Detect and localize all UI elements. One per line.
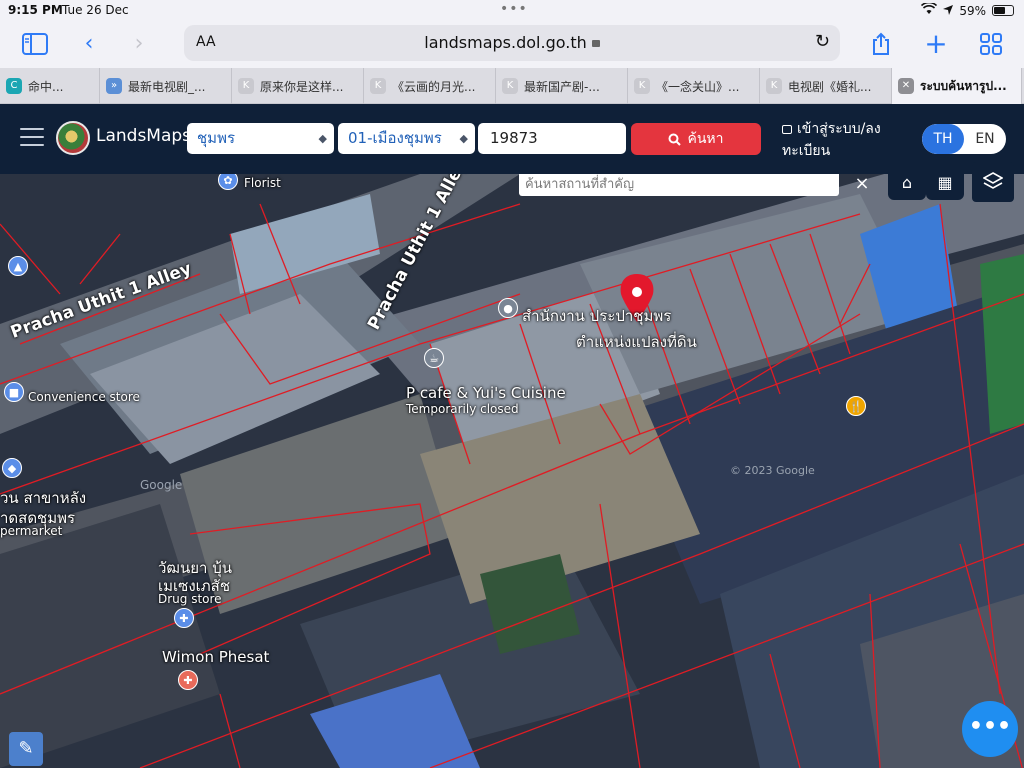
dol-logo: [56, 121, 90, 155]
district-value: 01-เมืองชุมพร: [348, 129, 442, 147]
restaurant-poi-icon[interactable]: 🍴: [846, 396, 866, 416]
province-value: ชุมพร: [197, 129, 236, 147]
status-time: 9:15 PM: [8, 3, 63, 17]
map-label-cafe: P cafe & Yui's Cuisine: [406, 384, 566, 402]
browser-tab-active[interactable]: ✕ ระบบค้นหารูป...: [892, 68, 1022, 104]
url-text: landsmaps.dol.go.th: [424, 33, 587, 52]
lang-th-option[interactable]: TH: [922, 124, 964, 154]
multitasking-dots-icon[interactable]: •••: [500, 1, 528, 17]
lock-icon: [782, 125, 792, 134]
wifi-icon: [921, 1, 938, 18]
tab-label: 《云画的月光...: [392, 79, 476, 94]
map-label-office: สำนักงาน ประปาชุมพร: [522, 307, 672, 325]
home-icon[interactable]: ⌂: [888, 166, 926, 200]
tab-favicon-icon: K: [634, 78, 650, 94]
shop-poi-icon[interactable]: ▲: [8, 256, 28, 276]
tab-label: 原来你是这样...: [260, 79, 344, 94]
tab-favicon-icon: C: [6, 78, 22, 94]
more-options-button[interactable]: •••: [962, 701, 1018, 757]
satellite-imagery: © 2023 Google Google: [0, 174, 1024, 768]
browser-tab[interactable]: K 电视剧《婚礼...: [760, 68, 892, 104]
battery-icon: [992, 5, 1014, 16]
location-icon: [943, 4, 954, 18]
back-icon[interactable]: ‹: [74, 30, 104, 58]
map-label-supermarket: permarket: [0, 524, 63, 538]
tab-favicon-icon: »: [106, 78, 122, 94]
lang-en-option[interactable]: EN: [964, 124, 1006, 154]
browser-tab[interactable]: K 最新国产剧-...: [496, 68, 628, 104]
map-copyright: © 2023 Google: [730, 464, 815, 477]
clear-search-icon[interactable]: ×: [844, 174, 880, 196]
map-attribution: Google: [140, 478, 182, 492]
new-tab-icon[interactable]: +: [921, 30, 951, 58]
browser-tab[interactable]: C 命中...: [0, 68, 100, 104]
tab-label: 命中...: [28, 79, 64, 94]
sidebar-icon[interactable]: [20, 30, 50, 58]
search-button-label: ค้นหา: [687, 131, 724, 147]
select-chevron-icon: ◆: [459, 132, 468, 145]
tab-label: 电视剧《婚礼...: [788, 79, 872, 94]
status-bar: 9:15 PM Tue 26 Dec ••• 59%: [0, 0, 1024, 22]
tab-favicon-icon: K: [238, 78, 254, 94]
supermarket-poi-icon[interactable]: ◆: [2, 458, 22, 478]
convenience-poi-icon[interactable]: ■: [4, 382, 24, 402]
grid-icon[interactable]: ▦: [926, 166, 964, 200]
select-chevron-icon: ◆: [318, 132, 327, 145]
reload-icon[interactable]: ↻: [815, 31, 830, 52]
battery-level: [994, 7, 1005, 14]
tab-favicon-icon: K: [502, 78, 518, 94]
login-label: เข้าสู่ระบบ/ลงทะเบียน: [782, 121, 881, 159]
place-search-input[interactable]: ค้นหาสถานที่สำคัญ: [519, 174, 839, 196]
map-label-parcel-position: ตำแหน่งแปลงที่ดิน: [576, 333, 697, 351]
place-search-placeholder: ค้นหาสถานที่สำคัญ: [525, 177, 635, 192]
menu-icon[interactable]: [20, 128, 44, 148]
logo-text: LandsMaps: [96, 126, 192, 146]
tabs-overview-icon[interactable]: [976, 30, 1006, 58]
tab-favicon-icon: K: [766, 78, 782, 94]
province-select[interactable]: ชุมพร ◆: [187, 123, 334, 154]
status-date: Tue 26 Dec: [62, 3, 129, 17]
map-canvas[interactable]: © 2023 Google Google Florist Pracha Uthi…: [0, 174, 1024, 768]
parcel-number-input[interactable]: 19873: [478, 123, 626, 154]
map-label-cafe-status: Temporarily closed: [406, 402, 519, 416]
drug-store-poi-icon[interactable]: ✚: [174, 608, 194, 628]
pharmacy-poi-icon[interactable]: ✚: [178, 670, 198, 690]
map-label-drug: Drug store: [158, 592, 222, 606]
browser-tab[interactable]: K 《一念关山》...: [628, 68, 760, 104]
lock-icon: [591, 40, 600, 47]
tab-label: 《一念关山》...: [656, 79, 740, 94]
browser-tab[interactable]: K 原来你是这样...: [232, 68, 364, 104]
tab-favicon-icon: K: [370, 78, 386, 94]
layers-icon[interactable]: [972, 162, 1014, 202]
landsmaps-header: LandsMaps ชุมพร ◆ 01-เมืองชุมพร ◆ 19873 ค้…: [0, 104, 1024, 174]
map-label-florist: Florist: [244, 176, 281, 190]
tab-label: ระบบค้นหารูป...: [920, 78, 1007, 93]
cafe-poi-icon[interactable]: ☕: [424, 348, 444, 368]
map-label-convenience: Convenience store: [28, 390, 140, 404]
address-bar[interactable]: AA landsmaps.dol.go.th ↻: [184, 25, 840, 61]
search-icon: [668, 133, 682, 146]
battery-percent: 59%: [959, 3, 986, 18]
language-toggle[interactable]: TH EN: [922, 124, 1006, 154]
office-poi-icon[interactable]: ●: [498, 298, 518, 318]
login-link[interactable]: เข้าสู่ระบบ/ลงทะเบียน: [782, 118, 902, 162]
tab-strip: C 命中... » 最新电视剧_... K 原来你是这样... K 《云画的月光... …: [0, 68, 1024, 104]
browser-toolbar: ‹ › AA landsmaps.dol.go.th ↻ +: [0, 22, 1024, 68]
tab-close-icon[interactable]: ✕: [898, 78, 914, 94]
district-select[interactable]: 01-เมืองชุมพร ◆: [338, 123, 475, 154]
browser-tab[interactable]: K 《云画的月光...: [364, 68, 496, 104]
tab-label: 最新电视剧_...: [128, 79, 206, 94]
map-label-wimon: Wimon Phesat: [162, 648, 270, 666]
measure-tool-icon[interactable]: ✎: [9, 732, 43, 766]
search-button[interactable]: ค้นหา: [631, 123, 761, 155]
share-icon[interactable]: [866, 30, 896, 58]
browser-tab[interactable]: » 最新电视剧_...: [100, 68, 232, 104]
tab-label: 最新国产剧-...: [524, 79, 600, 94]
forward-icon[interactable]: ›: [124, 30, 154, 58]
